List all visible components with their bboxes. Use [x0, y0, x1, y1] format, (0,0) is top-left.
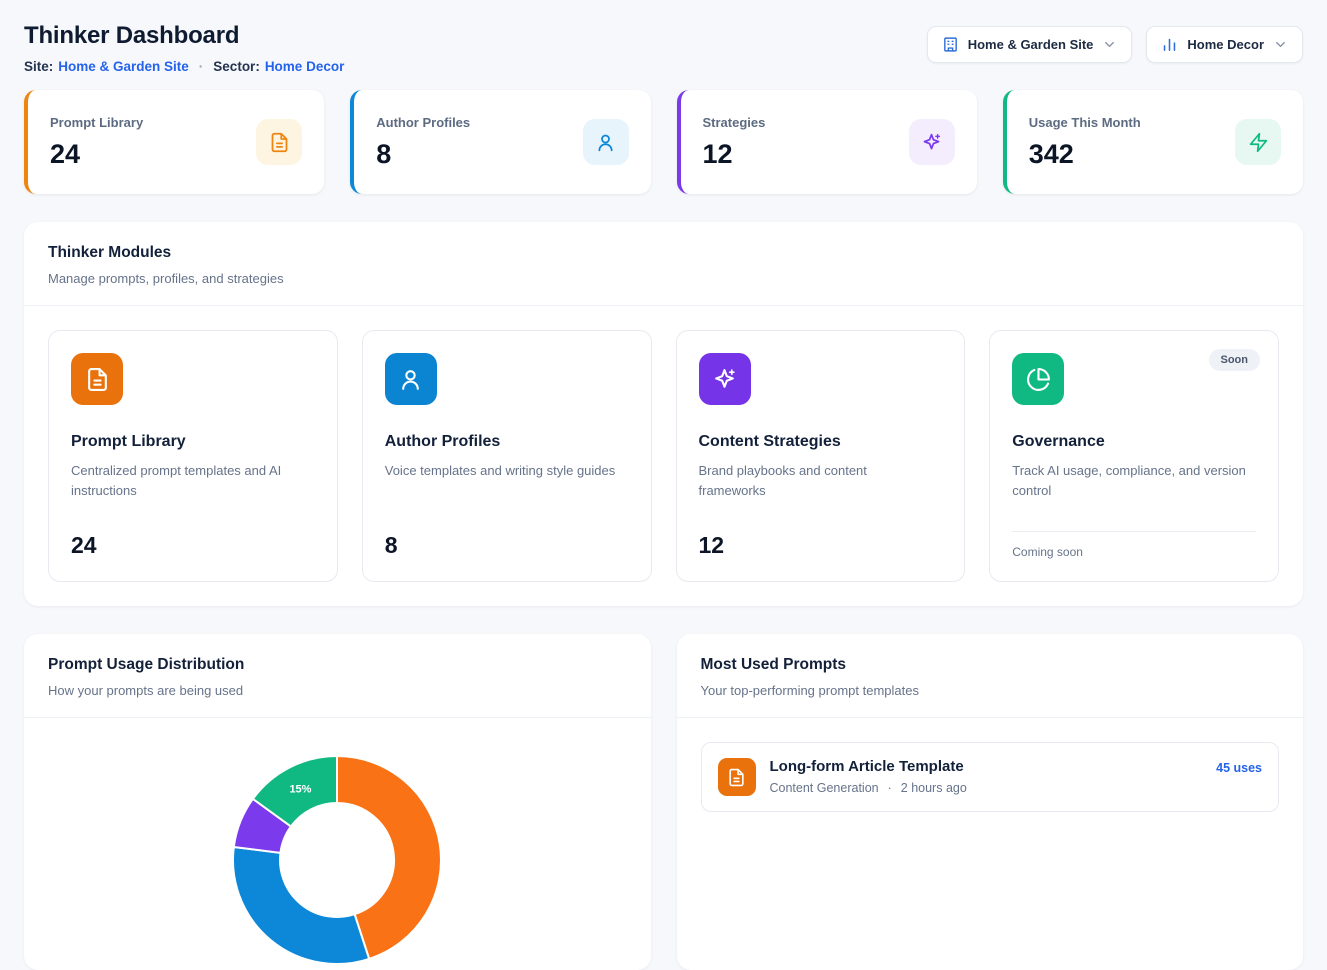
- stat-card-author-profiles: Author Profiles 8: [350, 90, 650, 194]
- sector-link[interactable]: Home Decor: [265, 59, 345, 74]
- stat-label: Usage This Month: [1029, 115, 1141, 130]
- bottom-row: Prompt Usage Distribution How your promp…: [24, 634, 1303, 970]
- module-title: Prompt Library: [71, 433, 315, 451]
- coming-soon-text: Coming soon: [1012, 531, 1256, 559]
- stat-value: 8: [376, 139, 470, 170]
- site-label: Site:: [24, 59, 53, 74]
- stats-row: Prompt Library 24 Author Profiles 8 Stra…: [24, 90, 1303, 194]
- module-description: Brand playbooks and content frameworks: [699, 461, 934, 501]
- module-title: Author Profiles: [385, 433, 629, 451]
- stat-value: 12: [703, 139, 766, 170]
- sector-selector-label: Home Decor: [1187, 37, 1264, 52]
- usage-donut-chart: 15%: [227, 750, 447, 970]
- module-count: 12: [699, 532, 943, 559]
- prompt-title: Long-form Article Template: [770, 758, 1203, 775]
- soon-badge: Soon: [1209, 349, 1261, 371]
- chevron-down-icon: [1273, 37, 1288, 52]
- svg-text:15%: 15%: [290, 783, 312, 795]
- prompt-category: Content Generation: [770, 781, 879, 795]
- stat-value: 24: [50, 139, 143, 170]
- user-icon: [385, 353, 437, 405]
- modules-panel-title: Thinker Modules: [48, 244, 1279, 262]
- prompt-time: 2 hours ago: [901, 781, 967, 795]
- chevron-down-icon: [1102, 37, 1117, 52]
- pie-chart-icon: [1012, 353, 1064, 405]
- sparkle-star-icon: [909, 119, 955, 165]
- prompts-card-subtitle: Your top-performing prompt templates: [701, 683, 1280, 698]
- stat-value: 342: [1029, 139, 1141, 170]
- prompt-usage-card: Prompt Usage Distribution How your promp…: [24, 634, 651, 970]
- modules-panel-subtitle: Manage prompts, profiles, and strategies: [48, 271, 1279, 286]
- page-title: Thinker Dashboard: [24, 22, 344, 50]
- stat-label: Author Profiles: [376, 115, 470, 130]
- separator-dot: ·: [199, 59, 204, 74]
- dashboard-page: Thinker Dashboard Site: Home & Garden Si…: [0, 0, 1327, 970]
- stat-label: Strategies: [703, 115, 766, 130]
- thinker-modules-panel: Thinker Modules Manage prompts, profiles…: [24, 222, 1303, 606]
- site-selector-label: Home & Garden Site: [968, 37, 1094, 52]
- module-description: Track AI usage, compliance, and version …: [1012, 461, 1247, 501]
- prompt-list: Long-form Article Template Content Gener…: [677, 718, 1304, 836]
- module-count: 8: [385, 532, 629, 559]
- header-titles: Thinker Dashboard Site: Home & Garden Si…: [24, 18, 344, 74]
- modules-grid: Prompt Library Centralized prompt templa…: [24, 306, 1303, 606]
- breadcrumb: Site: Home & Garden Site · Sector: Home …: [24, 59, 344, 74]
- usage-card-title: Prompt Usage Distribution: [48, 656, 627, 674]
- module-card-prompt-library[interactable]: Prompt Library Centralized prompt templa…: [48, 330, 338, 582]
- sector-selector-dropdown[interactable]: Home Decor: [1146, 26, 1303, 63]
- stat-card-usage: Usage This Month 342: [1003, 90, 1303, 194]
- page-header: Thinker Dashboard Site: Home & Garden Si…: [24, 18, 1303, 74]
- header-selectors: Home & Garden Site Home Decor: [927, 26, 1303, 63]
- modules-panel-header: Thinker Modules Manage prompts, profiles…: [24, 222, 1303, 306]
- stat-label: Prompt Library: [50, 115, 143, 130]
- document-icon: [71, 353, 123, 405]
- separator-dot: ·: [888, 781, 892, 795]
- sector-label: Sector:: [213, 59, 260, 74]
- site-selector-dropdown[interactable]: Home & Garden Site: [927, 26, 1133, 63]
- usage-card-header: Prompt Usage Distribution How your promp…: [24, 634, 651, 718]
- prompts-card-title: Most Used Prompts: [701, 656, 1280, 674]
- lightning-icon: [1235, 119, 1281, 165]
- prompts-card-header: Most Used Prompts Your top-performing pr…: [677, 634, 1304, 718]
- site-link[interactable]: Home & Garden Site: [58, 59, 189, 74]
- module-card-governance[interactable]: Soon Governance Track AI usage, complian…: [989, 330, 1279, 582]
- document-icon: [718, 758, 756, 796]
- building-icon: [942, 36, 959, 53]
- module-title: Content Strategies: [699, 433, 943, 451]
- sparkle-star-icon: [699, 353, 751, 405]
- stat-card-prompt-library: Prompt Library 24: [24, 90, 324, 194]
- prompt-list-item[interactable]: Long-form Article Template Content Gener…: [701, 742, 1280, 812]
- most-used-prompts-card: Most Used Prompts Your top-performing pr…: [677, 634, 1304, 970]
- document-icon: [256, 119, 302, 165]
- module-card-content-strategies[interactable]: Content Strategies Brand playbooks and c…: [676, 330, 966, 582]
- prompt-meta: Content Generation · 2 hours ago: [770, 781, 1203, 795]
- module-count: 24: [71, 532, 315, 559]
- module-title: Governance: [1012, 433, 1256, 451]
- module-card-author-profiles[interactable]: Author Profiles Voice templates and writ…: [362, 330, 652, 582]
- chart-area: 15%: [24, 718, 651, 970]
- module-description: Voice templates and writing style guides: [385, 461, 620, 481]
- module-description: Centralized prompt templates and AI inst…: [71, 461, 306, 501]
- prompt-uses-badge: 45 uses: [1216, 761, 1262, 775]
- user-icon: [583, 119, 629, 165]
- bar-chart-icon: [1161, 36, 1178, 53]
- stat-card-strategies: Strategies 12: [677, 90, 977, 194]
- usage-card-subtitle: How your prompts are being used: [48, 683, 627, 698]
